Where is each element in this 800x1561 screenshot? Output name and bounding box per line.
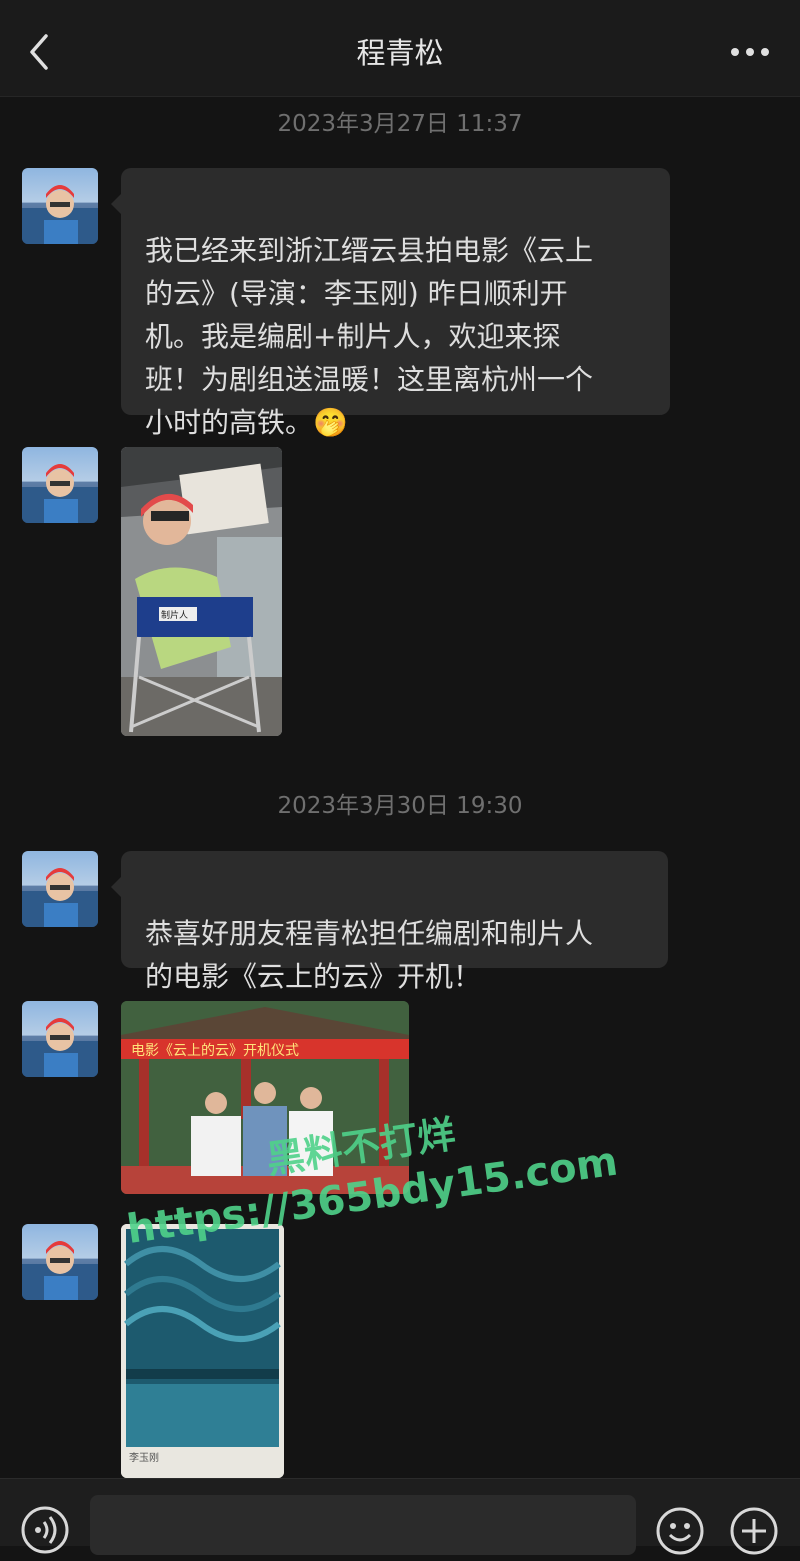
- poster-caption: 李玉刚: [129, 1453, 159, 1464]
- voice-button[interactable]: [20, 1505, 70, 1555]
- image-message[interactable]: 李玉刚: [121, 1224, 284, 1478]
- message-bubble[interactable]: 恭喜好朋友程青松担任编剧和制片人 的电影《云上的云》开机！: [111, 851, 668, 993]
- plus-button[interactable]: [728, 1505, 780, 1557]
- avatar-portrait: [22, 1018, 98, 1077]
- emoji-covering-mouth: 🤭: [313, 406, 348, 439]
- message-bubble[interactable]: 我已经来到浙江缙云县拍电影《云上 的云》(导演：李玉刚) 昨日顺利开 机。我是编…: [111, 168, 670, 439]
- timestamp: 2023年3月27日 11:37: [277, 111, 523, 137]
- avatar-portrait: [22, 464, 98, 523]
- ceremony-photo: [121, 1001, 409, 1194]
- emoji-icon: [656, 1507, 704, 1555]
- plus-icon: [730, 1507, 778, 1555]
- avatar-portrait: [22, 868, 98, 927]
- avatar[interactable]: [22, 168, 98, 244]
- avatar[interactable]: [22, 1001, 98, 1077]
- ellipsis-icon: [731, 48, 769, 56]
- chair-label: 制片人: [161, 611, 189, 621]
- message-text: 恭喜好朋友程青松担任编剧和制片人 的电影《云上的云》开机！: [145, 917, 594, 993]
- emoji-button[interactable]: [654, 1505, 706, 1557]
- ceremony-banner: 电影《云上的云》开机仪式: [131, 1043, 299, 1059]
- avatar-portrait: [22, 1241, 98, 1300]
- avatar[interactable]: [22, 851, 98, 927]
- timestamp: 2023年3月30日 19:30: [277, 793, 523, 819]
- more-button[interactable]: [730, 34, 770, 70]
- chat-header: 程青松: [0, 0, 800, 97]
- chat-title: 程青松: [356, 36, 444, 70]
- avatar[interactable]: [22, 1224, 98, 1300]
- image-message[interactable]: 电影《云上的云》开机仪式: [121, 1001, 409, 1194]
- message-input[interactable]: [90, 1495, 636, 1555]
- avatar-portrait: [22, 185, 98, 244]
- voice-icon: [21, 1506, 69, 1554]
- image-message[interactable]: 制片人: [121, 447, 282, 736]
- avatar[interactable]: [22, 447, 98, 523]
- input-bar: [0, 1478, 800, 1555]
- message-text: 我已经来到浙江缙云县拍电影《云上 的云》(导演：李玉刚) 昨日顺利开 机。我是编…: [145, 234, 594, 439]
- movie-poster: [121, 1224, 284, 1478]
- producer-chair-photo: [121, 447, 282, 736]
